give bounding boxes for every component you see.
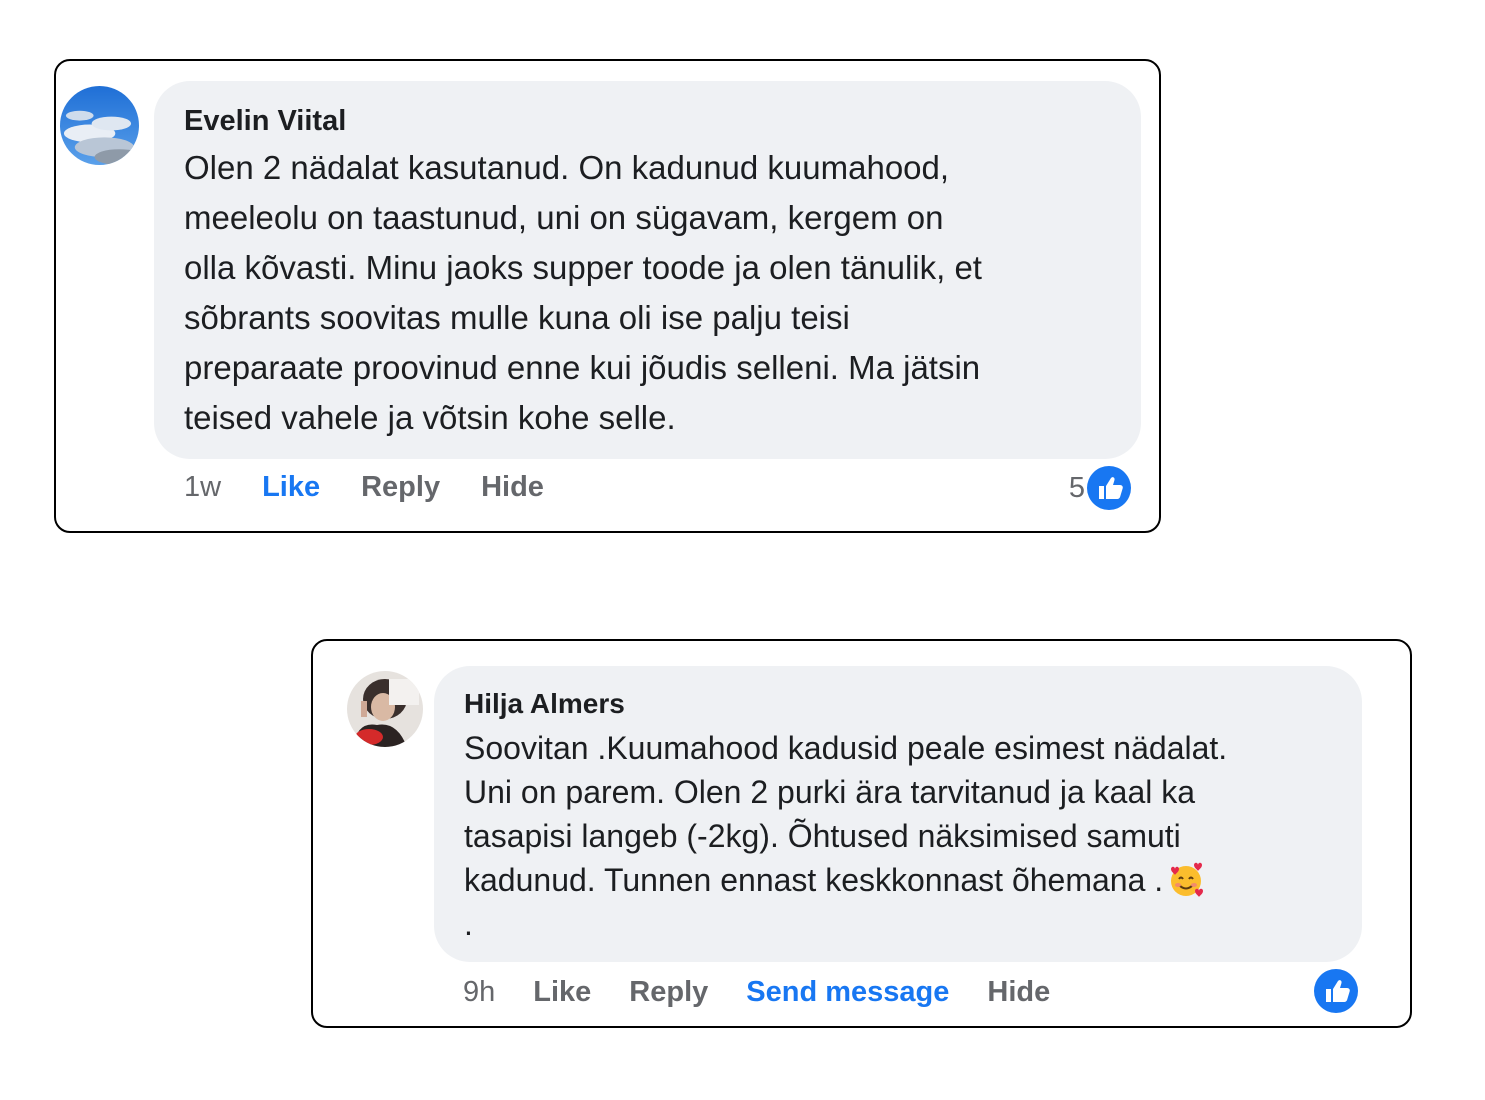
reaction-count: 5 bbox=[1068, 471, 1085, 504]
comment-line: olla kõvasti. Minu jaoks supper toode ja… bbox=[184, 249, 982, 286]
comment-line: kadunud. Tunnen ennast keskkonnast õhema… bbox=[464, 858, 1362, 902]
like-button[interactable]: Like bbox=[262, 471, 320, 504]
thumbs-up-icon bbox=[1087, 466, 1131, 510]
comment-line: sõbrants soovitas mulle kuna oli ise pal… bbox=[184, 299, 850, 336]
comment-card: Evelin Viital Olen 2 nädalat kasutanud. … bbox=[54, 59, 1161, 533]
avatar-image bbox=[347, 671, 423, 747]
comment-line: . bbox=[464, 906, 473, 942]
comment-line-text: kadunud. Tunnen ennast keskkonnast õhema… bbox=[464, 862, 1164, 898]
comment-author[interactable]: Hilja Almers bbox=[464, 686, 1362, 722]
comment-author[interactable]: Evelin Viital bbox=[184, 103, 1141, 139]
timestamp[interactable]: 1w bbox=[184, 471, 221, 504]
comment-actions: 9h Like Reply Send message Hide bbox=[463, 976, 1088, 1009]
reaction-summary[interactable] bbox=[1312, 969, 1358, 1013]
reply-button[interactable]: Reply bbox=[629, 976, 708, 1009]
reaction-summary[interactable]: 5 bbox=[1069, 466, 1131, 510]
comment-bubble: Evelin Viital Olen 2 nädalat kasutanud. … bbox=[154, 81, 1141, 459]
hide-button[interactable]: Hide bbox=[481, 471, 544, 504]
send-message-button[interactable]: Send message bbox=[746, 976, 949, 1009]
avatar-image bbox=[60, 86, 139, 165]
timestamp[interactable]: 9h bbox=[463, 976, 495, 1009]
comment-line: meeleolu on taastunud, uni on sügavam, k… bbox=[184, 199, 944, 236]
comment-line: Soovitan .Kuumahood kadusid peale esimes… bbox=[464, 730, 1228, 766]
thumbs-up-icon bbox=[1314, 969, 1358, 1013]
comment-text: Olen 2 nädalat kasutanud. On kadunud kuu… bbox=[184, 143, 1141, 443]
comment-bubble: Hilja Almers Soovitan .Kuumahood kadusid… bbox=[434, 666, 1362, 962]
hide-button[interactable]: Hide bbox=[987, 976, 1050, 1009]
comment-card: Hilja Almers Soovitan .Kuumahood kadusid… bbox=[311, 639, 1412, 1028]
comment-actions: 1w Like Reply Hide bbox=[184, 471, 585, 504]
comment-line: Uni on parem. Olen 2 purki ära tarvitanu… bbox=[464, 774, 1196, 810]
smiling-face-with-hearts-icon bbox=[1167, 861, 1205, 899]
comment-line: tasapisi langeb (-2kg). Õhtused näksimis… bbox=[464, 818, 1181, 854]
comment-line: Olen 2 nädalat kasutanud. On kadunud kuu… bbox=[184, 149, 950, 186]
like-button[interactable]: Like bbox=[533, 976, 591, 1009]
avatar[interactable] bbox=[347, 671, 423, 747]
avatar[interactable] bbox=[60, 86, 139, 165]
reply-button[interactable]: Reply bbox=[361, 471, 440, 504]
comment-text: Soovitan .Kuumahood kadusid peale esimes… bbox=[464, 726, 1362, 946]
comment-line: preparaate proovinud enne kui jõudis sel… bbox=[184, 349, 981, 386]
comment-line: teised vahele ja võtsin kohe selle. bbox=[184, 399, 676, 436]
